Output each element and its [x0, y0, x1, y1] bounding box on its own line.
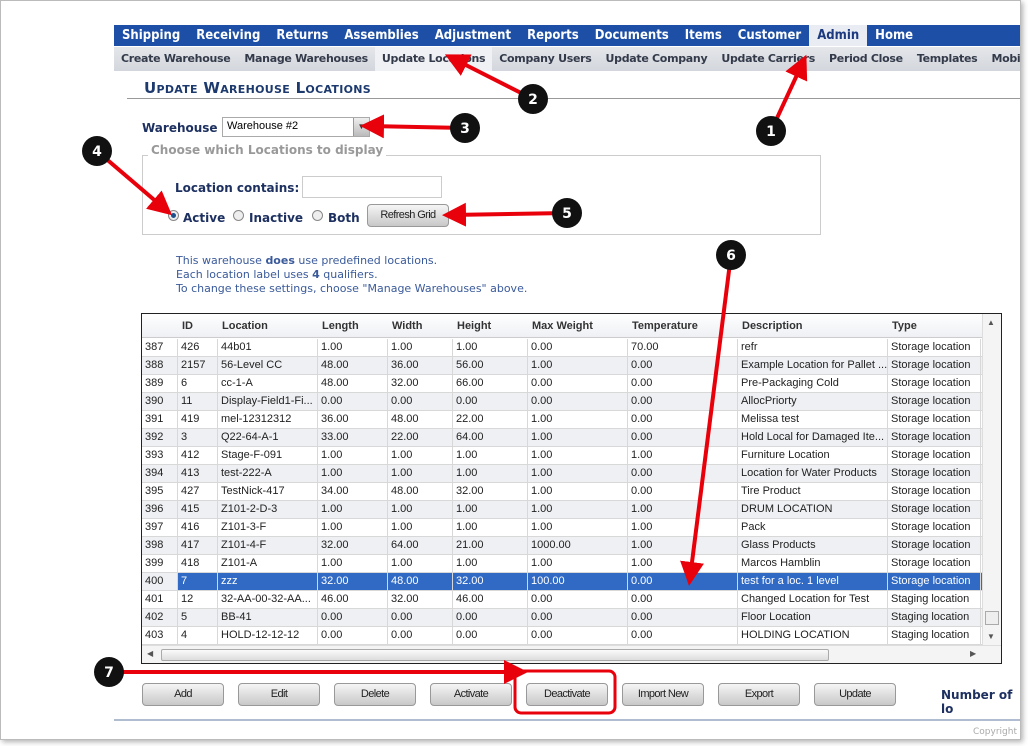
- callout-number: 4: [92, 144, 102, 160]
- callout-number: 1: [766, 124, 776, 140]
- callout-number: 2: [528, 92, 538, 108]
- callout-arrow: [442, 202, 568, 227]
- callout-number: 7: [104, 665, 114, 681]
- callout-arrow: [680, 254, 733, 586]
- deactivate-highlight: [513, 669, 617, 715]
- callout-overlay: 1 2 3 4 5 6 7: [82, 54, 808, 715]
- callout-number: 5: [562, 206, 572, 222]
- callout-number: 6: [726, 248, 736, 264]
- callout-number: 3: [460, 121, 470, 137]
